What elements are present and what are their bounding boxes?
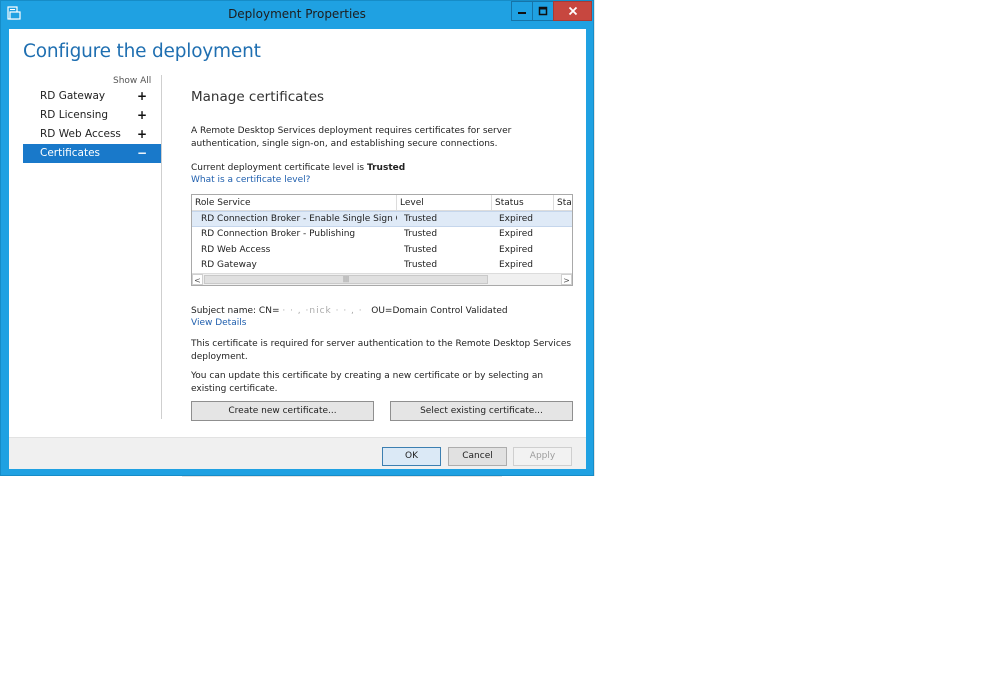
page-title: Configure the deployment <box>23 41 261 62</box>
cell-status: Expired <box>499 260 533 270</box>
certificate-required-text: This certificate is required for server … <box>191 339 572 362</box>
expand-plus-icon[interactable]: + <box>137 87 147 106</box>
scroll-right-icon[interactable]: > <box>561 274 572 285</box>
scroll-left-icon[interactable]: < <box>192 274 203 285</box>
subject-name-prefix: Subject name: CN= <box>191 306 280 316</box>
deployment-properties-window: Deployment Properties Configure the depl… <box>0 0 594 476</box>
certificates-panel: Manage certificates A Remote Desktop Ser… <box>191 87 581 422</box>
cell-level: Trusted <box>404 214 438 224</box>
table-row[interactable]: RD Connection Broker - Publishing Truste… <box>192 227 572 243</box>
close-button[interactable] <box>553 1 592 21</box>
certificate-level-prefix: Current deployment certificate level is <box>191 163 365 173</box>
subject-name-redacted: · · , ·nick · · , · <box>282 306 363 316</box>
cell-role: RD Gateway <box>201 260 257 270</box>
minimize-button[interactable] <box>511 1 533 21</box>
table-row[interactable]: RD Web Access Trusted Expired <box>192 243 572 259</box>
certificate-update-text: You can update this certificate by creat… <box>191 371 544 394</box>
certificate-level-line: Current deployment certificate level is … <box>191 162 581 174</box>
background-window-edge-bottom <box>182 476 502 482</box>
maximize-icon <box>538 6 548 16</box>
sidebar-item-rd-licensing[interactable]: RD Licensing + <box>23 106 161 125</box>
background-window-edge <box>594 0 600 476</box>
table-row[interactable]: RD Gateway Trusted Expired <box>192 258 572 274</box>
column-header-role-service[interactable]: Role Service <box>192 195 397 211</box>
collapse-minus-icon[interactable]: − <box>137 144 147 163</box>
section-title: Manage certificates <box>191 89 325 105</box>
cell-status: Expired <box>499 214 533 224</box>
horizontal-scrollbar[interactable]: < ||| > <box>192 273 572 285</box>
table-row[interactable]: RD Connection Broker - Enable Single Sig… <box>192 211 572 227</box>
title-bar[interactable]: Deployment Properties <box>1 1 593 28</box>
cell-role: RD Connection Broker - Enable Single Sig… <box>201 214 397 224</box>
scroll-grip-icon: ||| <box>342 276 350 283</box>
column-header-status[interactable]: Status <box>492 195 554 211</box>
close-icon <box>568 6 577 16</box>
sidebar-item-label: RD Licensing <box>40 109 109 121</box>
sidebar-nav: RD Gateway + RD Licensing + RD Web Acces… <box>23 87 161 163</box>
sidebar-item-label: Certificates <box>40 147 101 159</box>
certificate-level-value: Trusted <box>366 163 406 173</box>
certificate-actions: Create new certificate... Select existin… <box>191 401 581 422</box>
cell-status: Expired <box>499 229 533 239</box>
expand-plus-icon[interactable]: + <box>137 125 147 144</box>
cell-status: Expired <box>499 244 533 255</box>
table-header: Role Service Level Status Stat <box>192 195 572 211</box>
column-header-stat[interactable]: Stat <box>554 195 572 211</box>
apply-button[interactable]: Apply <box>513 447 572 466</box>
sidebar-item-certificates[interactable]: Certificates − <box>23 144 161 163</box>
maximize-button[interactable] <box>532 1 554 21</box>
minimize-icon <box>518 12 526 14</box>
subject-name: Subject name: CN= · · , ·nick · · , · OU… <box>191 305 581 317</box>
scrollbar-thumb[interactable]: ||| <box>204 275 488 284</box>
cell-role: RD Connection Broker - Publishing <box>201 229 356 239</box>
role-services-table[interactable]: Role Service Level Status Stat RD Connec… <box>191 194 573 286</box>
sidebar-item-rd-web-access[interactable]: RD Web Access + <box>23 125 161 144</box>
certificate-level-help-link[interactable]: What is a certificate level? <box>191 174 581 186</box>
cell-level: Trusted <box>404 260 438 270</box>
expand-plus-icon[interactable]: + <box>137 106 147 125</box>
ok-button[interactable]: OK <box>382 447 441 466</box>
sidebar-item-rd-gateway[interactable]: RD Gateway + <box>23 87 161 106</box>
column-header-level[interactable]: Level <box>397 195 492 211</box>
cancel-button[interactable]: Cancel <box>448 447 507 466</box>
show-all-link[interactable]: Show All <box>113 76 151 86</box>
view-details-link[interactable]: View Details <box>191 317 581 329</box>
certificates-description: A Remote Desktop Services deployment req… <box>191 126 512 149</box>
subject-name-ou: OU=Domain Control Validated <box>371 306 508 316</box>
cell-role: RD Web Access <box>201 244 271 255</box>
cell-level: Trusted <box>404 244 438 255</box>
sidebar-item-label: RD Gateway <box>40 90 106 102</box>
dialog-footer: OK Cancel Apply <box>9 437 586 469</box>
dialog-client-area: Configure the deployment Show All RD Gat… <box>9 29 586 469</box>
window-title: Deployment Properties <box>228 7 366 21</box>
sidebar-divider <box>161 75 162 419</box>
sidebar-item-label: RD Web Access <box>40 128 121 140</box>
cell-level: Trusted <box>404 229 438 239</box>
select-existing-certificate-button[interactable]: Select existing certificate... <box>390 401 573 421</box>
create-new-certificate-button[interactable]: Create new certificate... <box>191 401 374 421</box>
